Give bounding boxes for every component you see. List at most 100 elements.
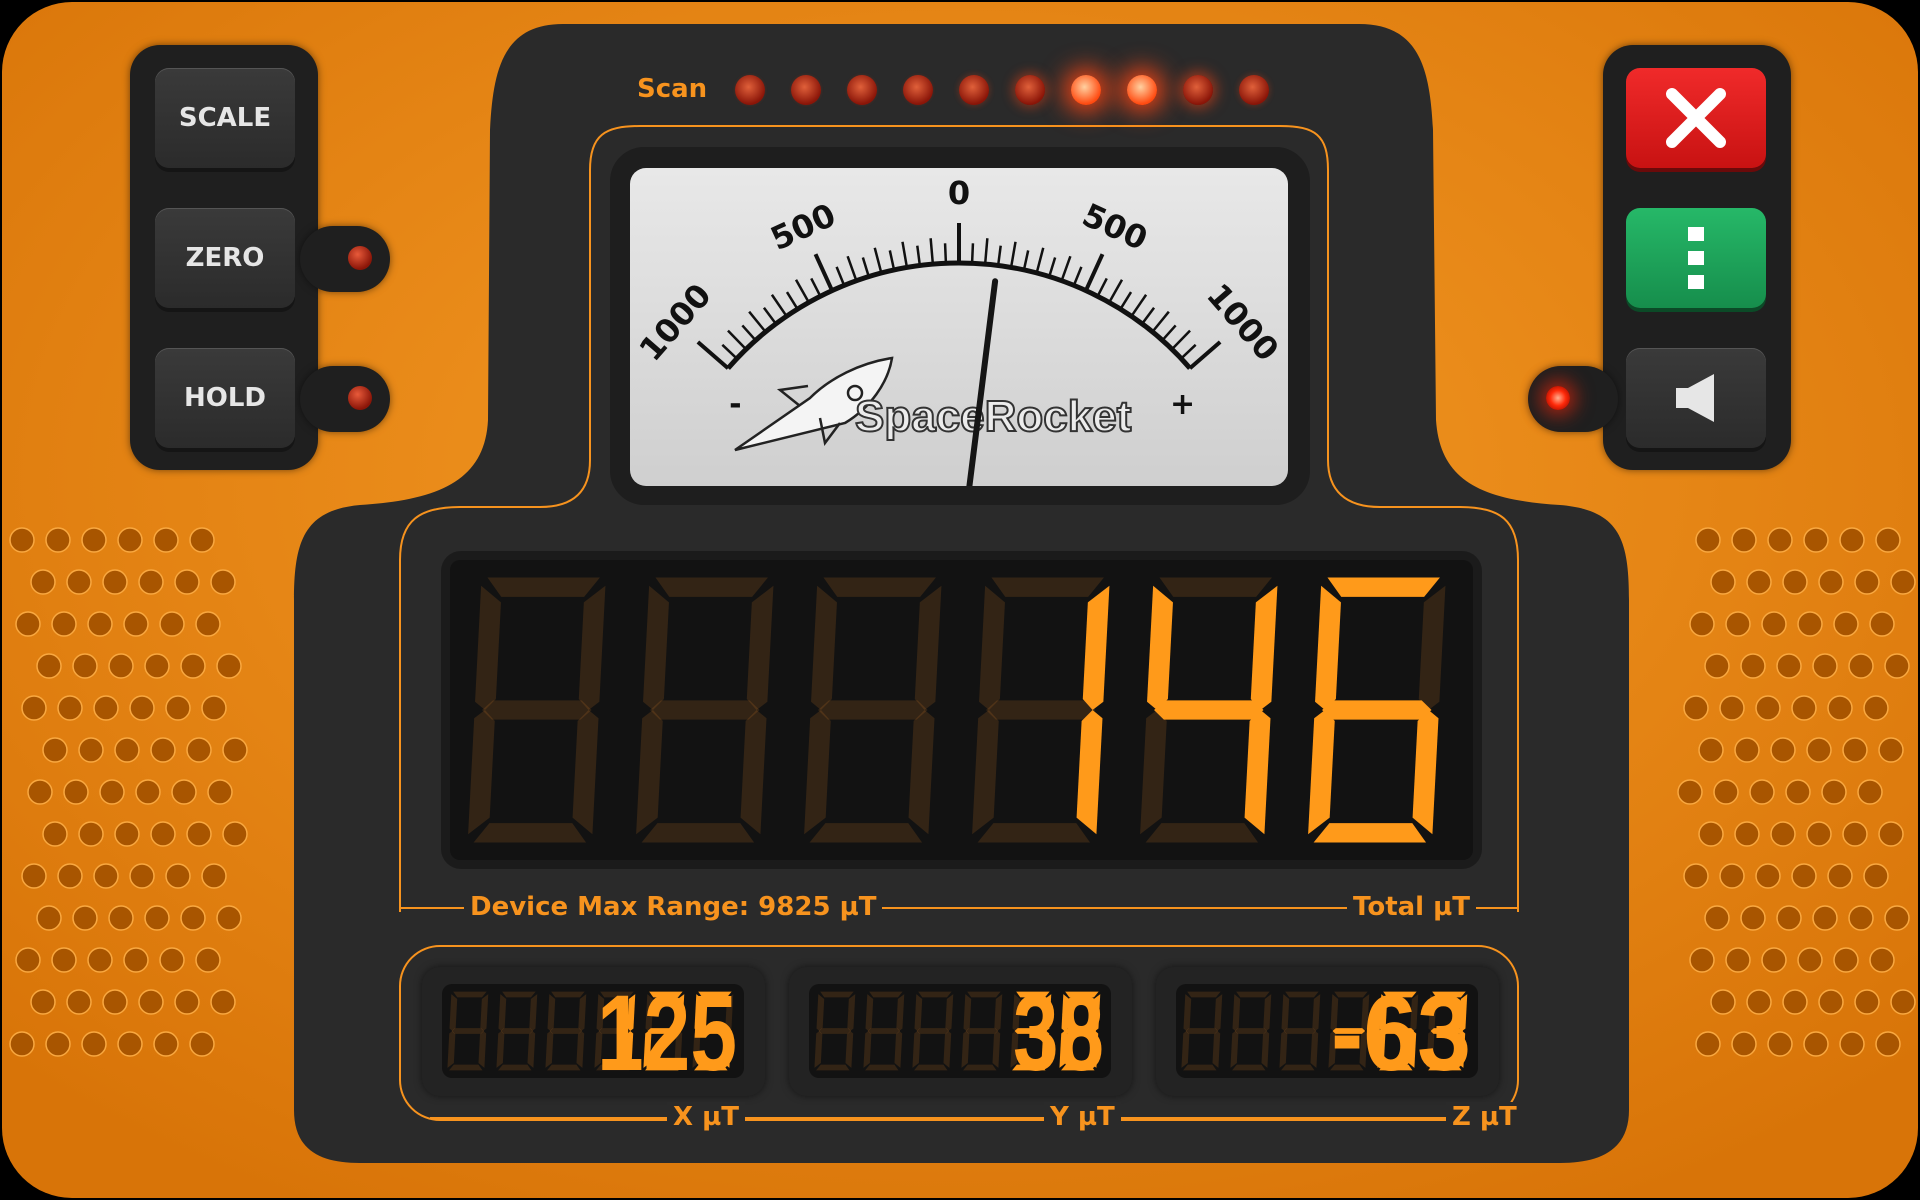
speaker-hole: [1875, 527, 1901, 553]
speaker-hole: [45, 527, 71, 553]
hold-button[interactable]: HOLD: [155, 348, 295, 448]
speaker-hole: [153, 1031, 179, 1057]
speaker-hole: [210, 989, 236, 1015]
lcd-segment-d: [1281, 1064, 1315, 1071]
speaker-hole: [27, 779, 53, 805]
speaker-hole: [1827, 695, 1853, 721]
speaker-hole: [216, 905, 242, 931]
speaker-hole: [1761, 947, 1787, 973]
speaker-hole: [174, 989, 200, 1015]
main-lcd: [450, 560, 1473, 860]
speaker-hole: [1767, 1031, 1793, 1057]
speaker-hole: [1689, 947, 1715, 973]
speaker-hole: [36, 653, 62, 679]
speaker-hole: [87, 947, 113, 973]
speaker-hole: [1770, 737, 1796, 763]
speaker-hole: [180, 905, 206, 931]
speaker-hole: [1689, 611, 1715, 637]
speaker-hole: [57, 863, 83, 889]
speaker-hole: [99, 779, 125, 805]
speaker-hole: [108, 905, 134, 931]
speaker-hole: [1803, 1031, 1829, 1057]
speaker-hole: [1878, 737, 1904, 763]
lcd-segment-a: [991, 577, 1104, 597]
speaker-hole: [195, 947, 221, 973]
speaker-hole: [186, 821, 212, 847]
speaker-hole: [171, 779, 197, 805]
speaker-hole: [1854, 989, 1880, 1015]
scan-led: [1183, 75, 1213, 105]
axis-value-y: 38: [1013, 984, 1104, 1078]
lcd-segment-d: [473, 823, 587, 843]
lcd-segment-d: [1145, 823, 1259, 843]
zero-led-mount: [300, 226, 390, 292]
total-unit-label: Total µT: [1347, 892, 1476, 922]
max-range-label: Device Max Range: 9825 µT: [464, 892, 883, 922]
speaker-hole: [15, 611, 41, 637]
sound-button[interactable]: [1626, 348, 1766, 448]
lcd-segment-g: [818, 1028, 852, 1034]
lcd-segment-a: [487, 577, 600, 597]
speaker-icon: [1676, 374, 1714, 422]
lcd-segment-a: [869, 991, 903, 998]
lcd-segment-a: [1159, 577, 1272, 597]
menu-button[interactable]: [1626, 208, 1766, 308]
speaker-hole: [1797, 947, 1823, 973]
speaker-hole: [1842, 737, 1868, 763]
speaker-hole: [1755, 695, 1781, 721]
speaker-hole: [1740, 653, 1766, 679]
speaker-hole: [66, 989, 92, 1015]
lcd-segment-d: [1232, 1064, 1266, 1071]
meter-sign-label: +: [1170, 387, 1195, 422]
speaker-hole: [1746, 569, 1772, 595]
speaker-hole: [42, 821, 68, 847]
speaker-hole: [1806, 737, 1832, 763]
speaker-hole: [1719, 695, 1745, 721]
speaker-hole: [1818, 569, 1844, 595]
speaker-hole: [1725, 947, 1751, 973]
lcd-segment-a: [502, 991, 536, 998]
speaker-hole: [1683, 695, 1709, 721]
speaker-hole: [1839, 527, 1865, 553]
speaker-hole: [1848, 653, 1874, 679]
speaker-hole: [1734, 737, 1760, 763]
close-icon: [1666, 88, 1726, 148]
hold-led: [348, 386, 372, 410]
speaker-hole: [189, 1031, 215, 1057]
speaker-hole: [9, 1031, 35, 1057]
speaker-hole: [138, 569, 164, 595]
lcd-segment-g: [1154, 700, 1264, 720]
meter-tick: [970, 243, 975, 264]
speaker-hole: [78, 737, 104, 763]
speaker-hole: [108, 653, 134, 679]
speaker-hole: [1827, 863, 1853, 889]
scan-led: [1071, 75, 1101, 105]
speaker-hole: [1755, 863, 1781, 889]
scale-button[interactable]: SCALE: [155, 68, 295, 168]
speaker-hole: [201, 863, 227, 889]
speaker-hole: [51, 947, 77, 973]
axis-label-z: Z µT: [1446, 1102, 1523, 1132]
speaker-led: [1546, 386, 1570, 410]
menu-dots-icon: [1688, 227, 1704, 289]
speaker-hole: [1884, 905, 1910, 931]
speaker-hole: [144, 653, 170, 679]
zero-button[interactable]: ZERO: [155, 208, 295, 308]
speaker-hole: [201, 695, 227, 721]
speaker-hole: [1698, 821, 1724, 847]
speaker-hole: [1863, 863, 1889, 889]
lcd-segment-d: [547, 1064, 581, 1071]
speaker-hole: [1761, 611, 1787, 637]
lcd-segment-a: [820, 991, 854, 998]
close-button[interactable]: [1626, 68, 1766, 168]
scan-label: Scan: [637, 74, 708, 104]
speaker-hole: [72, 653, 98, 679]
speaker-hole: [1869, 611, 1895, 637]
speaker-hole: [15, 947, 41, 973]
hold-led-mount: [300, 366, 390, 432]
speaker-hole: [1791, 863, 1817, 889]
speaker-hole: [1890, 989, 1916, 1015]
speaker-hole: [180, 653, 206, 679]
axis-value-z: -63: [1331, 984, 1471, 1078]
speaker-hole: [1818, 989, 1844, 1015]
